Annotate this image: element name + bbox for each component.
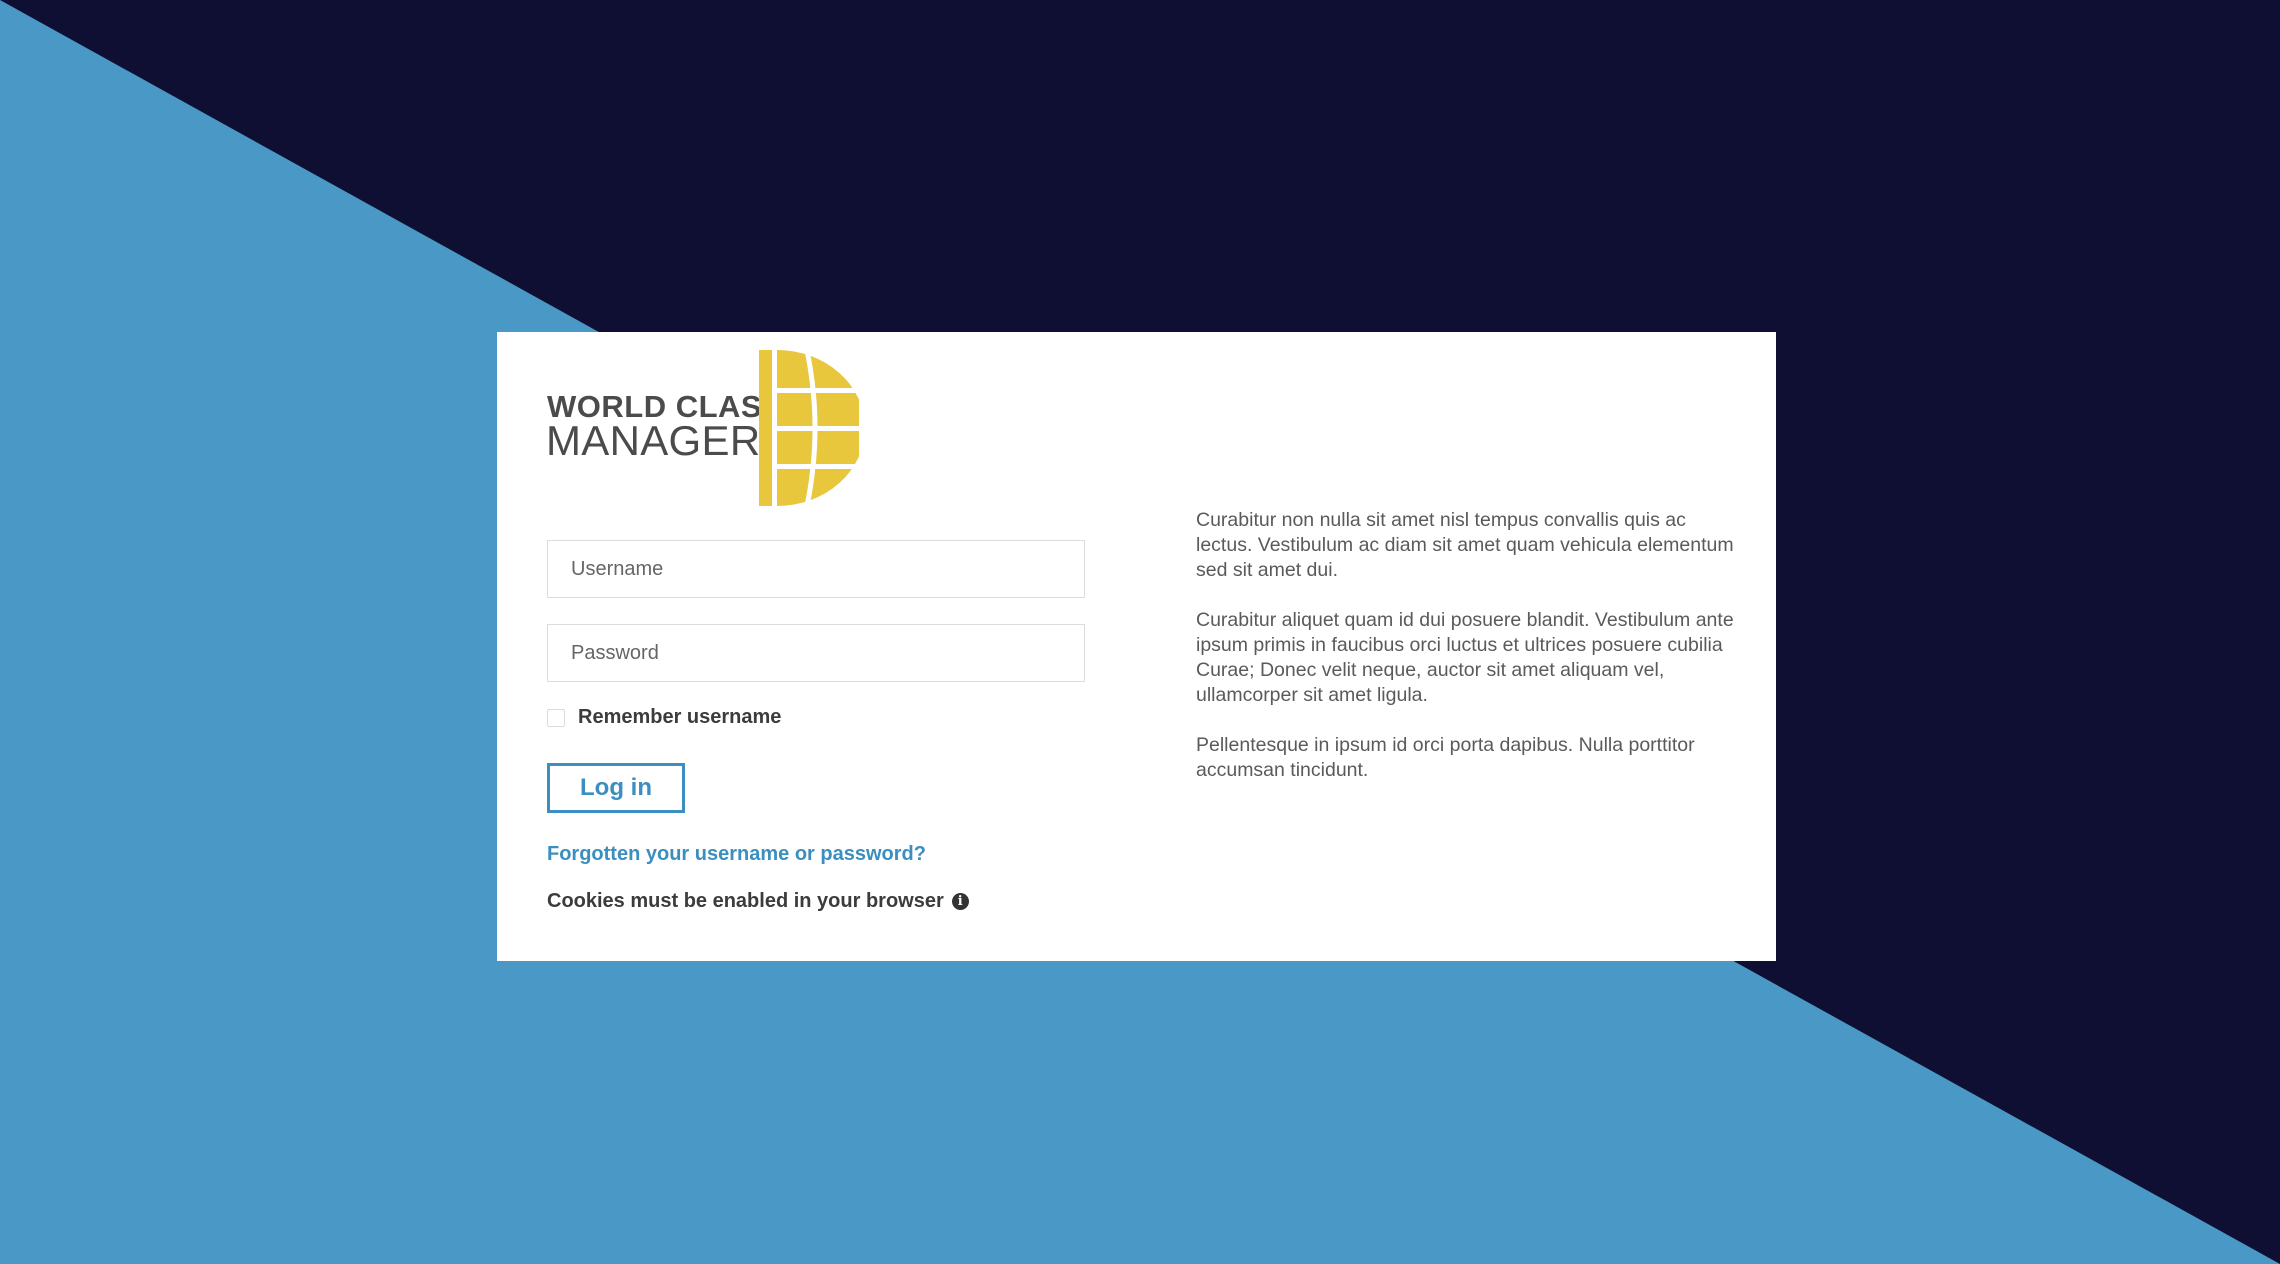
info-paragraph: Curabitur non nulla sit amet nisl tempus… [1196, 509, 1734, 581]
cookies-notice: Cookies must be enabled in your browser … [547, 890, 969, 913]
globe-icon [759, 350, 859, 506]
remember-username-label[interactable]: Remember username [578, 706, 781, 729]
info-paragraph: Curabitur aliquet quam id dui posuere bl… [1196, 609, 1734, 706]
remember-username-row: Remember username [547, 706, 781, 729]
info-icon[interactable]: i [951, 893, 969, 910]
logo-text-manager: MANAGER [546, 417, 761, 464]
info-panel: Curabitur non nulla sit amet nisl tempus… [1196, 508, 1736, 808]
brand-logo: WORLD CLASS MANAGER [546, 350, 867, 506]
remember-username-checkbox[interactable] [547, 708, 565, 727]
forgot-password-link[interactable]: Forgotten your username or password? [547, 843, 926, 866]
cookies-notice-text: Cookies must be enabled in your browser [547, 890, 944, 912]
login-card: WORLD CLASS MANAGER Username Remember us… [497, 332, 1776, 961]
password-input[interactable] [547, 624, 1085, 682]
login-button[interactable]: Log in [547, 763, 685, 813]
info-paragraph: Pellentesque in ipsum id orci porta dapi… [1196, 734, 1695, 781]
username-input[interactable] [547, 540, 1085, 598]
